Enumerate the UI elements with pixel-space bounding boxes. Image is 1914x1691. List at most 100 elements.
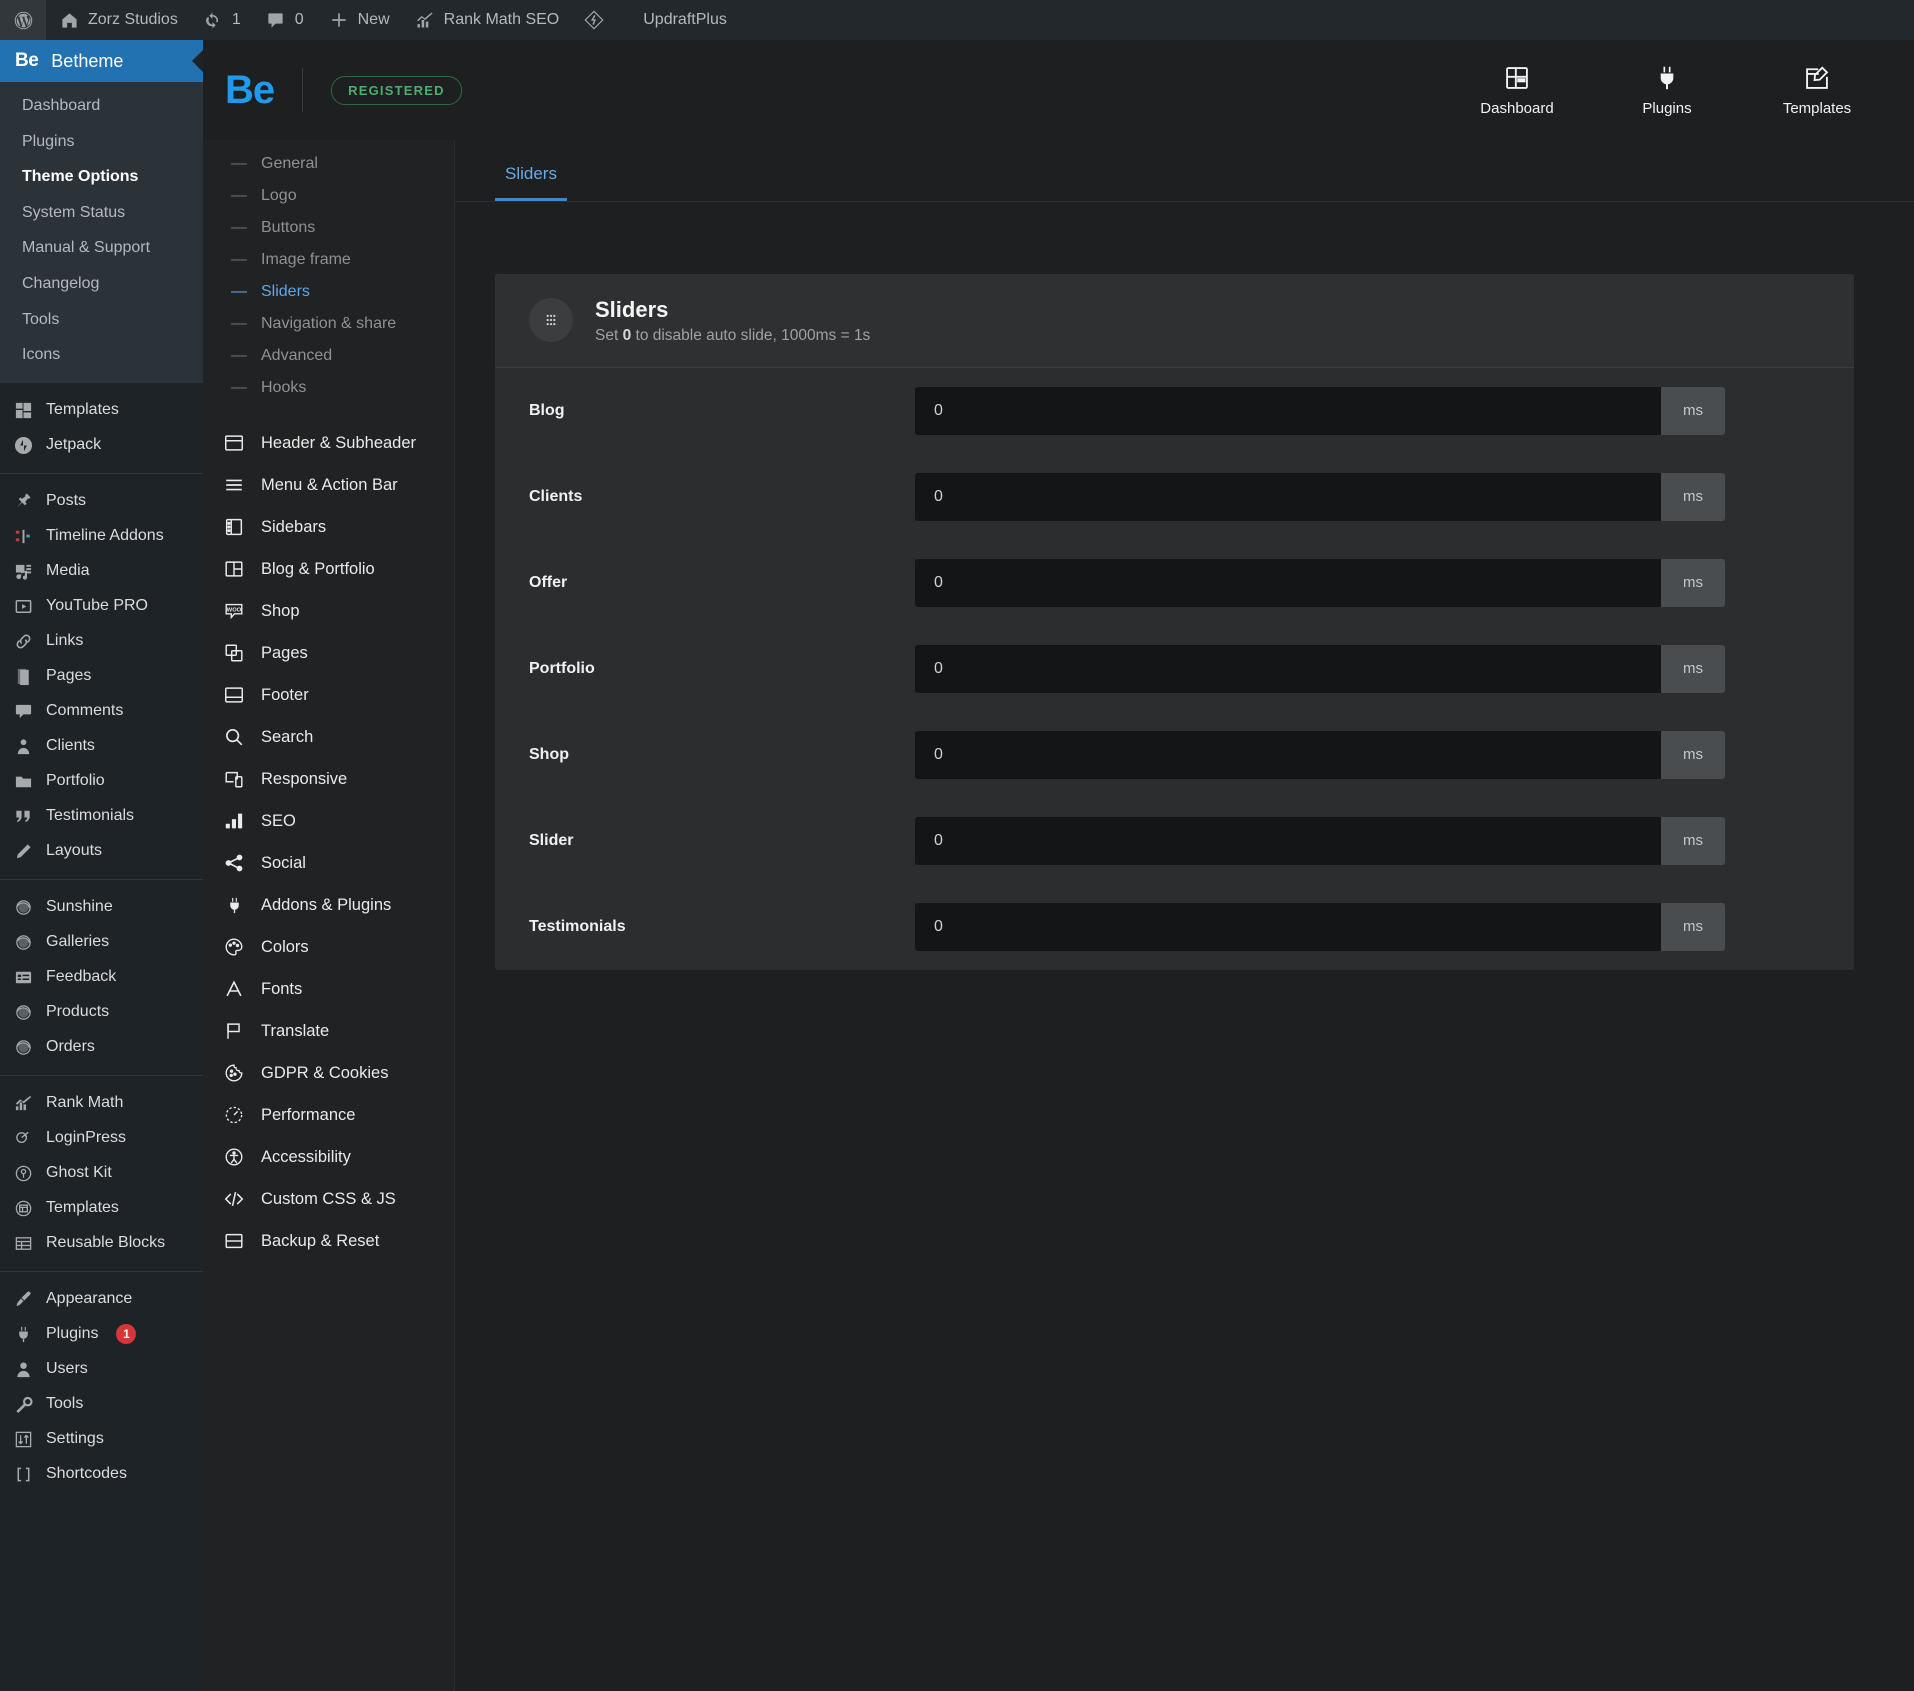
sidebar-item-label: Links bbox=[46, 632, 84, 650]
sidenav-item-accessibility[interactable]: Accessibility bbox=[203, 1136, 454, 1178]
sidenav-subitem-buttons[interactable]: — Buttons bbox=[203, 212, 454, 244]
topbar-action-label: Templates bbox=[1782, 99, 1852, 117]
site-name-button[interactable]: Zorz Studios bbox=[46, 0, 190, 40]
sidenav-item-fonts[interactable]: Fonts bbox=[203, 968, 454, 1010]
sidebar-item-shortcodes[interactable]: Shortcodes bbox=[0, 1457, 203, 1492]
sidenav-item-translate[interactable]: Translate bbox=[203, 1010, 454, 1052]
betheme-submenu-item-plugins[interactable]: Plugins bbox=[0, 124, 203, 160]
topbar-action-templates[interactable]: Templates bbox=[1772, 64, 1862, 117]
sidenav-item-blog-portfolio[interactable]: Blog & Portfolio bbox=[203, 548, 454, 590]
sidebar-item-label: Appearance bbox=[46, 1290, 133, 1308]
sidenav-item-pages[interactable]: Pages bbox=[203, 632, 454, 674]
comment-icon bbox=[12, 700, 34, 722]
comments-button[interactable]: 0 bbox=[253, 0, 316, 40]
tab-sliders[interactable]: Sliders bbox=[495, 164, 567, 201]
slider-input-offer[interactable] bbox=[915, 558, 1661, 607]
sidebar-item-pages[interactable]: Pages bbox=[0, 659, 203, 694]
slider-input-clients[interactable] bbox=[915, 472, 1661, 521]
sidenav-item-search[interactable]: Search bbox=[203, 716, 454, 758]
sidebar-item-layouts[interactable]: Layouts bbox=[0, 834, 203, 869]
new-content-button[interactable]: New bbox=[316, 0, 402, 40]
sidenav-item-header-subheader[interactable]: Header & Subheader bbox=[203, 422, 454, 464]
sidebar-item-galleries[interactable]: Galleries bbox=[0, 925, 203, 960]
sidebar-item-rank-math[interactable]: Rank Math bbox=[0, 1086, 203, 1121]
sidebar-item-appearance[interactable]: Appearance bbox=[0, 1282, 203, 1317]
sidenav-subitem-label: Buttons bbox=[261, 219, 316, 236]
sidebar-item-youtube-pro[interactable]: YouTube PRO bbox=[0, 589, 203, 624]
sidebar-item-jetpack[interactable]: Jetpack bbox=[0, 428, 203, 463]
betheme-submenu-item-dashboard[interactable]: Dashboard bbox=[0, 88, 203, 124]
sidebar-item-users[interactable]: Users bbox=[0, 1352, 203, 1387]
sidenav-subitem-sliders[interactable]: — Sliders bbox=[203, 276, 454, 308]
sidenav-item-footer[interactable]: Footer bbox=[203, 674, 454, 716]
sidebar-item-testimonials[interactable]: Testimonials bbox=[0, 799, 203, 834]
sidenav-subitem-navigation-share[interactable]: — Navigation & share bbox=[203, 308, 454, 340]
sidenav-item-custom-css-js[interactable]: Custom CSS & JS bbox=[203, 1178, 454, 1220]
sidenav-item-social[interactable]: Social bbox=[203, 842, 454, 884]
sidenav-item-backup-reset[interactable]: Backup & Reset bbox=[203, 1220, 454, 1262]
sidebar-item-timeline-addons[interactable]: Timeline Addons bbox=[0, 519, 203, 554]
sidenav-item-performance[interactable]: Performance bbox=[203, 1094, 454, 1136]
betheme-submenu-item-theme-options[interactable]: Theme Options bbox=[0, 159, 203, 195]
sidebar-item-betheme[interactable]: Be Betheme bbox=[0, 40, 203, 82]
wp-admin-menu: Be Betheme Dashboard Plugins Theme Options… bbox=[0, 40, 203, 1691]
sidebar-item-comments[interactable]: Comments bbox=[0, 694, 203, 729]
sidebar-item-links[interactable]: Links bbox=[0, 624, 203, 659]
sidenav-subitem-general[interactable]: — General bbox=[203, 148, 454, 180]
betheme-submenu-item-changelog[interactable]: Changelog bbox=[0, 266, 203, 302]
slider-input-shop[interactable] bbox=[915, 730, 1661, 779]
sidebar-item-reusable-blocks[interactable]: Reusable Blocks bbox=[0, 1226, 203, 1261]
betheme-submenu-item-tools[interactable]: Tools bbox=[0, 302, 203, 338]
brush-icon bbox=[12, 1288, 34, 1310]
sidebar-item-templates[interactable]: Templates bbox=[0, 1191, 203, 1226]
sidenav-item-menu-action-bar[interactable]: Menu & Action Bar bbox=[203, 464, 454, 506]
betheme-submenu-item-system-status[interactable]: System Status bbox=[0, 195, 203, 231]
wp-logo-button[interactable] bbox=[0, 0, 46, 40]
updraftplus-button[interactable] bbox=[571, 0, 617, 40]
sidebar-item-templates[interactable]: Templates bbox=[0, 393, 203, 428]
sidenav-item-shop[interactable]: WOO Shop bbox=[203, 590, 454, 632]
sidebar-item-plugins[interactable]: Plugins 1 bbox=[0, 1317, 203, 1352]
sidenav-item-seo[interactable]: SEO bbox=[203, 800, 454, 842]
dash-icon: — bbox=[231, 219, 247, 236]
sidenav-subitem-hooks[interactable]: — Hooks bbox=[203, 372, 454, 404]
betheme-submenu: Dashboard Plugins Theme Options System Stat… bbox=[0, 82, 203, 383]
sidenav-item-addons-plugins[interactable]: Addons & Plugins bbox=[203, 884, 454, 926]
slider-input-slider[interactable] bbox=[915, 816, 1661, 865]
updraftplus-label-item[interactable]: UpdraftPlus bbox=[617, 0, 739, 40]
edit-window-icon bbox=[1803, 64, 1831, 92]
betheme-submenu-item-manual-support[interactable]: Manual & Support bbox=[0, 230, 203, 266]
slider-input-portfolio[interactable] bbox=[915, 644, 1661, 693]
topbar-action-dashboard[interactable]: Dashboard bbox=[1472, 64, 1562, 117]
sidenav-item-responsive[interactable]: Responsive bbox=[203, 758, 454, 800]
sidebar-item-posts[interactable]: Posts bbox=[0, 484, 203, 519]
topbar-action-plugins[interactable]: Plugins bbox=[1622, 64, 1712, 117]
wp-menu-group: Appearance Plugins 1 Users Tools Settings Shor… bbox=[0, 1270, 203, 1502]
sidebar-item-media[interactable]: Media bbox=[0, 554, 203, 589]
circle-icon bbox=[12, 931, 34, 953]
sidebar-item-portfolio[interactable]: Portfolio bbox=[0, 764, 203, 799]
sidebar-item-loginpress[interactable]: LoginPress bbox=[0, 1121, 203, 1156]
sidebar-item-tools[interactable]: Tools bbox=[0, 1387, 203, 1422]
sidebar-item-label: Tools bbox=[46, 1395, 84, 1413]
sidenav-subitem-image-frame[interactable]: — Image frame bbox=[203, 244, 454, 276]
sidebar-item-ghost-kit[interactable]: Ghost Kit bbox=[0, 1156, 203, 1191]
slider-input-blog[interactable] bbox=[915, 386, 1661, 435]
betheme-body: — General — Logo — Buttons — Image frame — Slider… bbox=[203, 140, 1914, 1691]
sidenav-subitem-advanced[interactable]: — Advanced bbox=[203, 340, 454, 372]
sidenav-item-colors[interactable]: Colors bbox=[203, 926, 454, 968]
sidebar-item-products[interactable]: Products bbox=[0, 995, 203, 1030]
rank-math-seo-button[interactable]: Rank Math SEO bbox=[402, 0, 572, 40]
sidebar-item-sunshine[interactable]: Sunshine bbox=[0, 890, 203, 925]
sidenav-subitem-logo[interactable]: — Logo bbox=[203, 180, 454, 212]
sidebar-item-feedback[interactable]: Feedback bbox=[0, 960, 203, 995]
sidebar-item-orders[interactable]: Orders bbox=[0, 1030, 203, 1065]
sidebar-item-clients[interactable]: Clients bbox=[0, 729, 203, 764]
sidebar-item-settings[interactable]: Settings bbox=[0, 1422, 203, 1457]
slider-input-testimonials[interactable] bbox=[915, 902, 1661, 951]
betheme-submenu-item-icons[interactable]: Icons bbox=[0, 337, 203, 373]
wp-menu-groups: Templates Jetpack Posts Timeline Addons Medi… bbox=[0, 383, 203, 1502]
updates-button[interactable]: 1 bbox=[190, 0, 253, 40]
sidenav-item-sidebars[interactable]: Sidebars bbox=[203, 506, 454, 548]
sidenav-item-gdpr-cookies[interactable]: GDPR & Cookies bbox=[203, 1052, 454, 1094]
